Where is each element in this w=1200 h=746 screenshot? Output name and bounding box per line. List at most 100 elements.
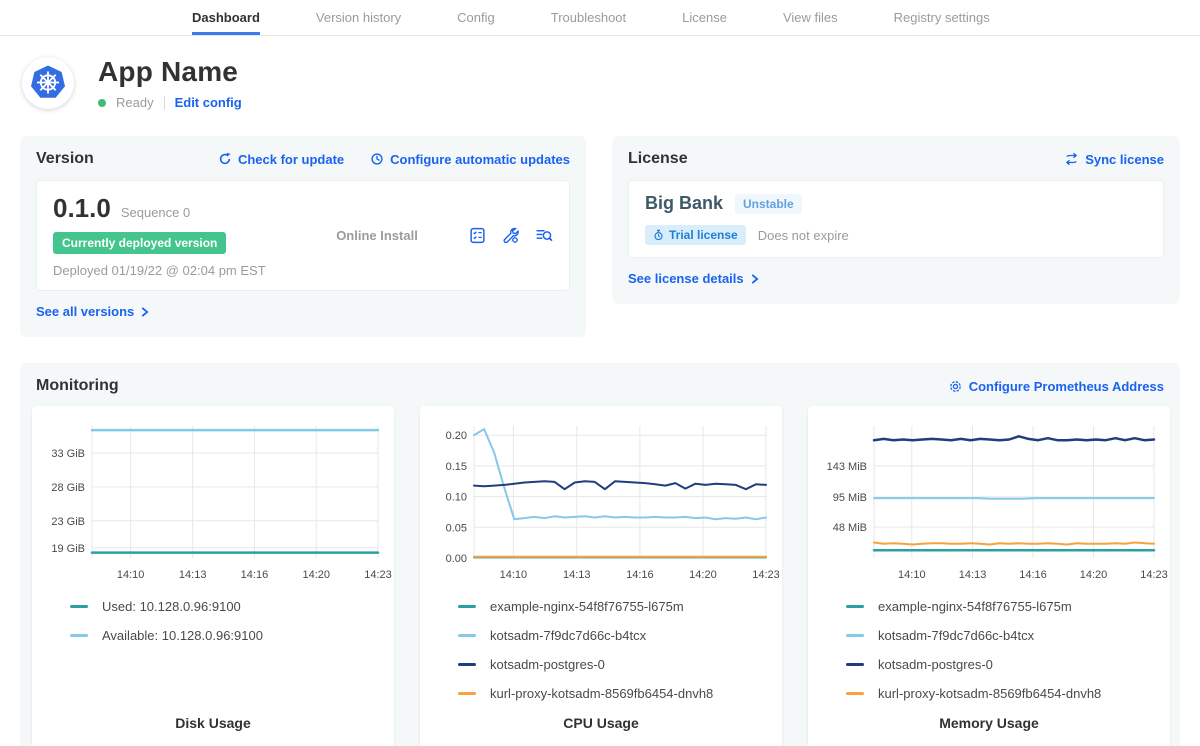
svg-text:0.10: 0.10 bbox=[446, 492, 467, 504]
legend-item: example-nginx-54f8f76755-l675m bbox=[846, 592, 1158, 621]
legend-item: Available: 10.128.0.96:9100 bbox=[70, 621, 382, 650]
install-type-label: Online Install bbox=[285, 228, 469, 243]
license-name: Big Bank bbox=[645, 193, 723, 214]
memory-usage-card: 14:1014:1314:1614:2014:2348 MiB95 MiB143… bbox=[808, 406, 1170, 746]
status-dot bbox=[98, 99, 106, 107]
see-license-details-link[interactable]: See license details bbox=[628, 271, 759, 286]
series-swatch bbox=[458, 692, 476, 695]
svg-text:0.20: 0.20 bbox=[446, 430, 467, 442]
wrench-gear-icon bbox=[502, 227, 519, 244]
checklist-icon bbox=[469, 227, 486, 244]
tab-troubleshoot[interactable]: Troubleshoot bbox=[551, 0, 626, 35]
sync-license-button[interactable]: Sync license bbox=[1064, 152, 1164, 167]
check-for-update-button[interactable]: Check for update bbox=[218, 152, 344, 167]
svg-text:14:20: 14:20 bbox=[689, 569, 717, 581]
current-version-card: 0.1.0 Sequence 0 Currently deployed vers… bbox=[36, 180, 570, 291]
clock-arrow-icon bbox=[370, 152, 384, 166]
tab-config[interactable]: Config bbox=[457, 0, 495, 35]
legend-item: Used: 10.128.0.96:9100 bbox=[70, 592, 382, 621]
legend-item: kurl-proxy-kotsadm-8569fb6454-dnvh8 bbox=[846, 679, 1158, 708]
series-swatch bbox=[70, 634, 88, 637]
tab-view-files[interactable]: View files bbox=[783, 0, 838, 35]
deployed-timestamp: Deployed 01/19/22 @ 02:04 pm EST bbox=[53, 263, 285, 278]
gear-icon bbox=[948, 379, 963, 394]
svg-text:33 GiB: 33 GiB bbox=[51, 448, 85, 460]
kubernetes-icon bbox=[24, 59, 72, 107]
memory-usage-chart: 14:1014:1314:1614:2014:2348 MiB95 MiB143… bbox=[820, 416, 1158, 584]
license-title: License bbox=[628, 150, 688, 168]
version-section: Version Check for update Configure autom… bbox=[20, 136, 586, 337]
top-nav: Dashboard Version history Config Trouble… bbox=[0, 0, 1200, 36]
lines-magnifier-icon bbox=[535, 227, 553, 244]
version-title: Version bbox=[36, 150, 94, 168]
divider bbox=[164, 96, 165, 110]
svg-text:14:13: 14:13 bbox=[563, 569, 591, 581]
svg-text:0.15: 0.15 bbox=[446, 461, 467, 473]
svg-text:14:16: 14:16 bbox=[241, 569, 269, 581]
disk-usage-chart: 14:1014:1314:1614:2014:2319 GiB23 GiB28 … bbox=[44, 416, 382, 584]
series-swatch bbox=[846, 605, 864, 608]
cpu-legend: example-nginx-54f8f76755-l675m kotsadm-7… bbox=[458, 592, 770, 708]
tab-registry-settings[interactable]: Registry settings bbox=[894, 0, 990, 35]
legend-item: kotsadm-postgres-0 bbox=[846, 650, 1158, 679]
sequence-label: Sequence 0 bbox=[121, 205, 190, 220]
svg-text:95 MiB: 95 MiB bbox=[833, 492, 867, 504]
svg-text:14:10: 14:10 bbox=[117, 569, 145, 581]
legend-item: example-nginx-54f8f76755-l675m bbox=[458, 592, 770, 621]
cpu-usage-chart: 14:1014:1314:1614:2014:230.000.050.100.1… bbox=[432, 416, 770, 584]
series-swatch bbox=[458, 605, 476, 608]
series-swatch bbox=[846, 634, 864, 637]
series-swatch bbox=[458, 663, 476, 666]
stopwatch-icon bbox=[653, 229, 664, 241]
configure-prometheus-button[interactable]: Configure Prometheus Address bbox=[948, 379, 1164, 394]
memory-legend: example-nginx-54f8f76755-l675m kotsadm-7… bbox=[846, 592, 1158, 708]
disk-usage-card: 14:1014:1314:1614:2014:2319 GiB23 GiB28 … bbox=[32, 406, 394, 746]
configure-automatic-updates-button[interactable]: Configure automatic updates bbox=[370, 152, 570, 167]
see-all-versions-link[interactable]: See all versions bbox=[36, 304, 149, 319]
app-header: App Name Ready Edit config bbox=[0, 36, 1200, 110]
svg-text:0.05: 0.05 bbox=[446, 522, 467, 534]
svg-text:14:16: 14:16 bbox=[1019, 569, 1047, 581]
svg-text:28 GiB: 28 GiB bbox=[51, 482, 85, 494]
preflight-checks-button[interactable] bbox=[469, 227, 486, 244]
license-expiration: Does not expire bbox=[758, 228, 849, 243]
svg-text:14:20: 14:20 bbox=[1080, 569, 1108, 581]
svg-text:14:23: 14:23 bbox=[364, 569, 392, 581]
svg-text:19 GiB: 19 GiB bbox=[51, 543, 85, 555]
series-swatch bbox=[846, 663, 864, 666]
deployed-badge: Currently deployed version bbox=[53, 232, 226, 254]
tab-license[interactable]: License bbox=[682, 0, 727, 35]
svg-text:14:20: 14:20 bbox=[302, 569, 330, 581]
svg-text:14:23: 14:23 bbox=[752, 569, 780, 581]
svg-text:14:16: 14:16 bbox=[626, 569, 654, 581]
tab-dashboard[interactable]: Dashboard bbox=[192, 0, 260, 35]
disk-legend: Used: 10.128.0.96:9100 Available: 10.128… bbox=[70, 592, 382, 650]
legend-item: kotsadm-postgres-0 bbox=[458, 650, 770, 679]
svg-text:143 MiB: 143 MiB bbox=[827, 461, 867, 473]
svg-text:48 MiB: 48 MiB bbox=[833, 522, 867, 534]
legend-item: kotsadm-7f9dc7d66c-b4tcx bbox=[846, 621, 1158, 650]
svg-text:23 GiB: 23 GiB bbox=[51, 516, 85, 528]
status-text: Ready bbox=[116, 95, 154, 110]
monitoring-title: Monitoring bbox=[36, 377, 119, 395]
channel-badge: Unstable bbox=[735, 194, 802, 214]
monitoring-section: Monitoring Configure Prometheus Address … bbox=[20, 363, 1180, 746]
page-title: App Name bbox=[98, 56, 242, 88]
chevron-right-icon bbox=[750, 273, 759, 285]
app-logo bbox=[22, 57, 74, 109]
license-section: License Sync license Big Bank Unstable bbox=[612, 136, 1180, 304]
series-swatch bbox=[846, 692, 864, 695]
license-card: Big Bank Unstable Trial license Does not… bbox=[628, 180, 1164, 258]
view-diff-button[interactable] bbox=[535, 227, 553, 244]
legend-item: kotsadm-7f9dc7d66c-b4tcx bbox=[458, 621, 770, 650]
edit-config-version-button[interactable] bbox=[502, 227, 519, 244]
svg-text:0.00: 0.00 bbox=[446, 553, 467, 565]
svg-text:14:10: 14:10 bbox=[500, 569, 528, 581]
chart-title: CPU Usage bbox=[432, 715, 770, 735]
edit-config-link[interactable]: Edit config bbox=[175, 95, 242, 110]
svg-text:14:23: 14:23 bbox=[1140, 569, 1168, 581]
svg-text:14:10: 14:10 bbox=[898, 569, 926, 581]
tab-version-history[interactable]: Version history bbox=[316, 0, 401, 35]
cpu-usage-card: 14:10 14:13 14:16 14:20 14:23 0.00 0.05 0.10 0.1… bbox=[420, 406, 782, 746]
refresh-icon bbox=[218, 152, 232, 166]
